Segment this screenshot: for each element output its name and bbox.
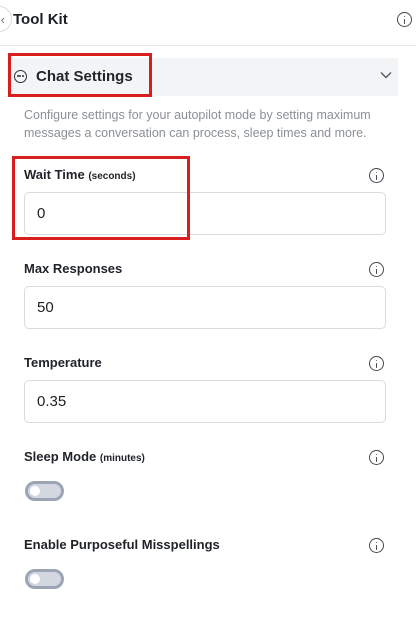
wait-time-input[interactable]: 0 [24,192,386,235]
sleep-mode-info-icon[interactable] [369,450,384,465]
wait-time-info-icon[interactable] [369,168,384,183]
temperature-label: Temperature [24,355,102,370]
toggle-knob [30,574,40,584]
page-title: Tool Kit [13,11,68,28]
toggle-knob [30,486,40,496]
chevron-down-icon[interactable] [380,71,392,79]
accordion-title: Chat Settings [36,68,133,85]
chat-bubble-icon [14,70,27,83]
misspellings-info-icon[interactable] [369,538,384,553]
wait-time-label: Wait Time (seconds) [24,167,136,182]
max-responses-label: Max Responses [24,261,123,276]
chevron-left-icon: ‹ [0,11,5,27]
back-button[interactable]: ‹ [0,6,12,32]
info-icon[interactable] [397,12,412,27]
sleep-mode-label: Sleep Mode (minutes) [24,449,145,464]
max-responses-info-icon[interactable] [369,262,384,277]
misspellings-label: Enable Purposeful Misspellings [24,537,220,552]
sleep-mode-toggle[interactable] [25,481,64,501]
temperature-info-icon[interactable] [369,356,384,371]
toolkit-header: ‹ Tool Kit [0,0,416,46]
max-responses-input[interactable]: 50 [24,286,386,329]
misspellings-toggle[interactable] [25,569,64,589]
chat-settings-accordion-header[interactable]: Chat Settings [8,58,398,96]
chat-settings-description: Configure settings for your autopilot mo… [24,108,371,140]
temperature-input[interactable]: 0.35 [24,380,386,423]
